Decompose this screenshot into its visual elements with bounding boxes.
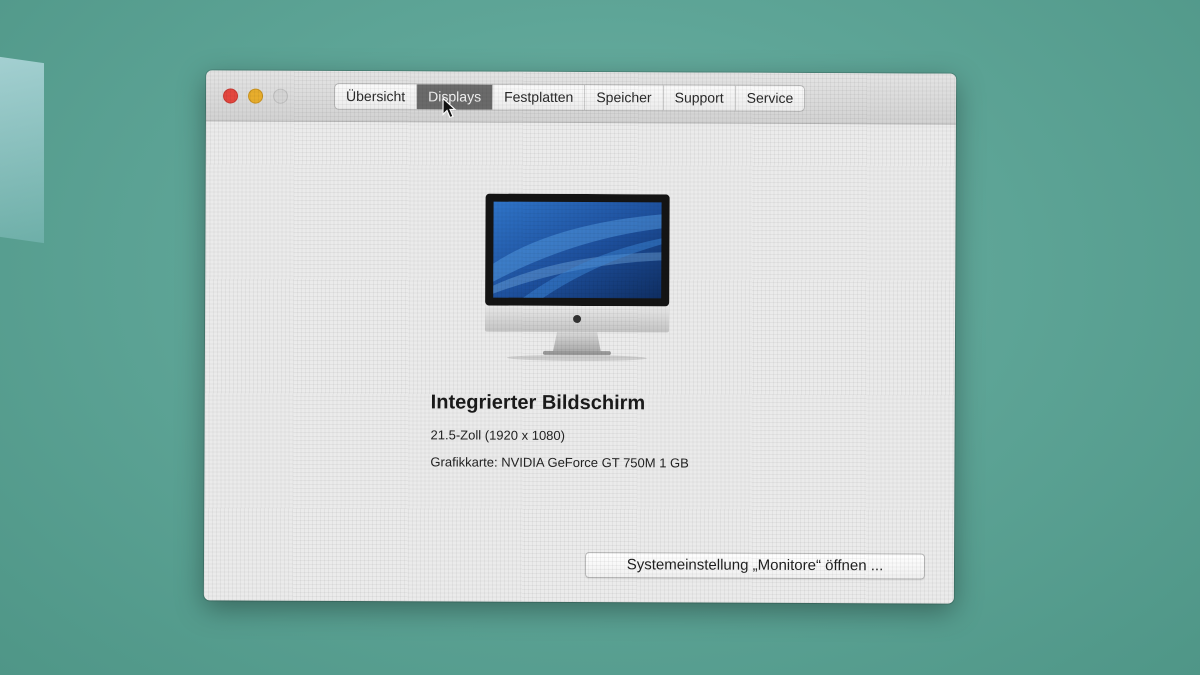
title-bar[interactable]: Übersicht Displays Festplatten Speicher … [205, 70, 957, 125]
tab-bar: Übersicht Displays Festplatten Speicher … [333, 82, 806, 112]
minimize-button[interactable] [248, 88, 264, 104]
graphics-card-info: Grafikkarte: NVIDIA GeForce GT 750M 1 GB [430, 454, 689, 471]
tab-support[interactable]: Support [663, 85, 736, 111]
tab-festplatten[interactable]: Festplatten [493, 84, 586, 111]
tab-speicher[interactable]: Speicher [585, 85, 664, 111]
tab-uebersicht[interactable]: Übersicht [334, 83, 418, 110]
close-button[interactable] [223, 88, 239, 104]
zoom-button[interactable] [273, 88, 289, 104]
mouse-pointer-icon [442, 97, 457, 119]
desktop-glare [0, 56, 44, 244]
display-name: Integrierter Bildschirm [430, 391, 646, 415]
about-this-mac-window: Übersicht Displays Festplatten Speicher … [203, 70, 957, 604]
open-monitors-preferences-button[interactable]: Systemeinstellung „Monitore“ öffnen ... [584, 552, 926, 580]
display-size: 21.5-Zoll (1920 x 1080) [430, 427, 566, 443]
tab-service[interactable]: Service [736, 86, 805, 111]
imac-display-icon [485, 193, 670, 362]
